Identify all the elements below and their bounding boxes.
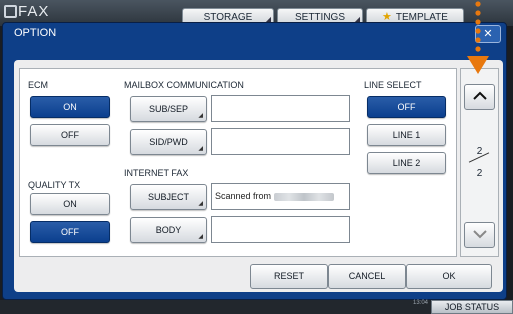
page-total: 2 bbox=[476, 168, 483, 179]
subject-value: Scanned from bbox=[215, 191, 272, 201]
line-2-button[interactable]: LINE 2 bbox=[367, 152, 446, 174]
body-field[interactable] bbox=[211, 216, 350, 243]
ecm-off-button[interactable]: OFF bbox=[30, 124, 110, 146]
page-up-button[interactable] bbox=[464, 84, 495, 110]
job-status-button[interactable]: JOB STATUS bbox=[431, 300, 513, 314]
line-select-off-button[interactable]: OFF bbox=[367, 96, 446, 118]
subject-button[interactable]: SUBJECT ◢ bbox=[130, 184, 207, 210]
body-button[interactable]: BODY ◢ bbox=[130, 217, 207, 243]
quality-tx-label: QUALITY TX bbox=[28, 180, 81, 190]
redacted-text bbox=[273, 192, 334, 201]
fax-icon bbox=[4, 5, 17, 18]
corner-mark-icon: ◢ bbox=[198, 234, 203, 240]
down-arrow-icon bbox=[467, 1, 489, 74]
quality-tx-off-button[interactable]: OFF bbox=[30, 221, 110, 243]
quality-tx-on-button[interactable]: ON bbox=[30, 193, 110, 215]
line-1-button[interactable]: LINE 1 bbox=[367, 124, 446, 146]
mailbox-communication-label: MAILBOX COMMUNICATION bbox=[124, 80, 244, 90]
sub-sep-button[interactable]: SUB/SEP ◢ bbox=[130, 96, 207, 122]
clock: 13:04 bbox=[412, 300, 428, 306]
chevron-up-icon bbox=[472, 91, 487, 100]
sid-pwd-field[interactable] bbox=[211, 128, 350, 155]
body-label: BODY bbox=[155, 225, 182, 235]
sid-pwd-label: SID/PWD bbox=[149, 137, 188, 147]
corner-mark-icon: ◢ bbox=[198, 113, 203, 119]
ecm-label: ECM bbox=[28, 80, 48, 90]
chevron-down-icon bbox=[472, 230, 487, 239]
subject-field[interactable]: Scanned from bbox=[211, 183, 350, 210]
internet-fax-label: INTERNET FAX bbox=[124, 168, 189, 178]
cancel-button[interactable]: CANCEL bbox=[328, 264, 406, 289]
page-down-button[interactable] bbox=[464, 222, 495, 248]
sub-sep-field[interactable] bbox=[211, 95, 350, 122]
ecm-on-button[interactable]: ON bbox=[30, 96, 110, 118]
subject-label: SUBJECT bbox=[147, 192, 189, 202]
reset-button[interactable]: RESET bbox=[250, 264, 328, 289]
sub-sep-label: SUB/SEP bbox=[148, 104, 188, 114]
corner-mark-icon: ◢ bbox=[198, 201, 203, 207]
line-select-label: LINE SELECT bbox=[364, 80, 422, 90]
ok-button[interactable]: OK bbox=[406, 264, 492, 289]
sid-pwd-button[interactable]: SID/PWD ◢ bbox=[130, 129, 207, 155]
dialog-title: OPTION bbox=[14, 27, 57, 39]
app-title: FAX bbox=[18, 3, 50, 20]
corner-mark-icon: ◢ bbox=[198, 146, 203, 152]
